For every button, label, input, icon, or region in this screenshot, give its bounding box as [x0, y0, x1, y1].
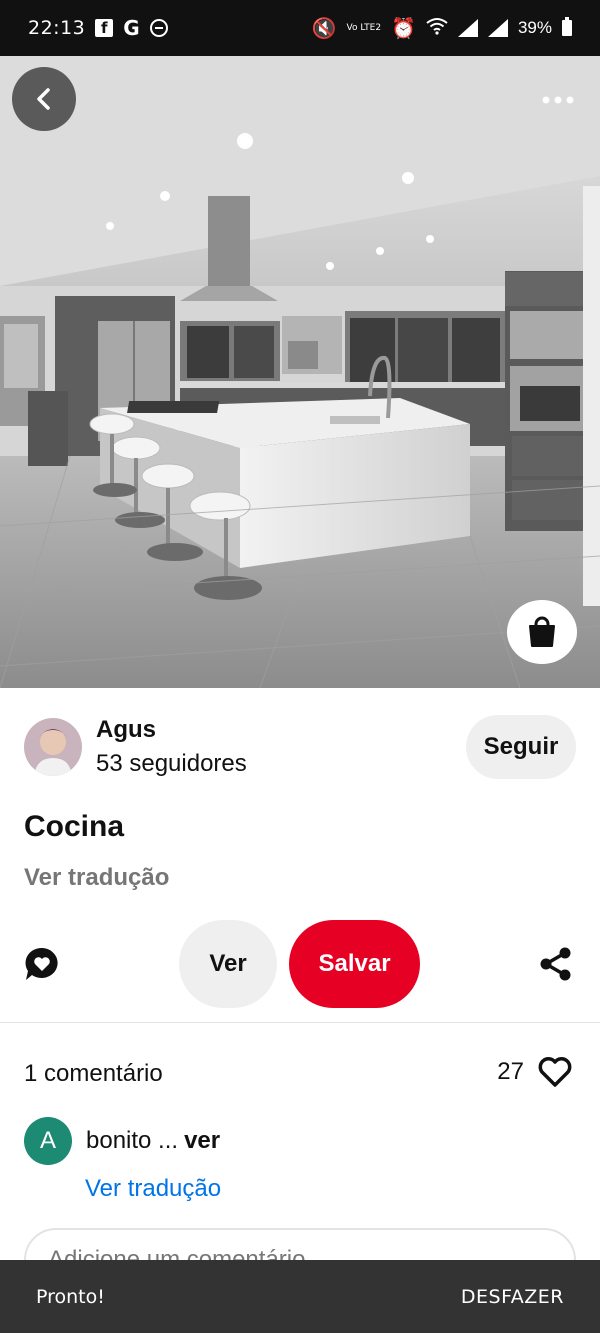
comment-text: bonito ...: [86, 1127, 179, 1154]
action-bar: Ver Salvar: [0, 920, 600, 1008]
status-time: 22:13: [28, 17, 86, 39]
facebook-icon: f: [95, 19, 114, 37]
wifi-icon: [426, 16, 448, 40]
google-icon: G: [123, 16, 140, 40]
signal-icon-2: [487, 19, 508, 37]
alarm-icon: ⏰: [391, 16, 416, 40]
divider: [0, 1022, 600, 1023]
comment-see-more[interactable]: ver: [184, 1127, 220, 1154]
snackbar-message: Pronto!: [36, 1285, 105, 1308]
share-icon[interactable]: [538, 946, 574, 982]
chevron-left-icon: [37, 88, 50, 110]
view-button[interactable]: Ver: [179, 920, 277, 1008]
avatar[interactable]: [24, 718, 82, 776]
shopping-bag-icon: [529, 616, 555, 647]
save-button[interactable]: Salvar: [289, 920, 420, 1008]
likes: 27: [497, 1056, 572, 1088]
pin-image[interactable]: [0, 56, 600, 688]
more-options-button[interactable]: [538, 86, 578, 114]
more-horizontal-icon: [542, 96, 574, 104]
battery-percent: 39%: [517, 18, 552, 37]
author-name[interactable]: Agus: [96, 716, 466, 744]
snackbar: Pronto! DESFAZER: [0, 1260, 600, 1333]
do-not-disturb-icon: [149, 19, 168, 37]
comments-count[interactable]: 1 comentário: [24, 1060, 163, 1088]
comment-item: A bonito ... ver: [24, 1117, 220, 1165]
likes-count: 27: [497, 1058, 524, 1085]
mute-icon: 🔇: [311, 16, 337, 40]
follower-count: 53 seguidores: [96, 750, 247, 777]
network-label: Vo LTE2: [346, 22, 382, 33]
signal-icon: [457, 19, 478, 37]
shop-button[interactable]: [507, 600, 577, 664]
comment-bubble-icon[interactable]: [24, 946, 60, 982]
pin-title: Cocina: [24, 810, 125, 843]
comment-translate-link[interactable]: Ver tradução: [85, 1175, 221, 1203]
kitchen-photo: [0, 56, 600, 688]
author-section: Agus 53 seguidores Seguir: [24, 712, 576, 782]
translate-link[interactable]: Ver tradução: [24, 864, 169, 892]
undo-button[interactable]: DESFAZER: [461, 1286, 564, 1308]
status-bar: 22:13 f G 🔇 Vo LTE2 ⏰ 39%: [0, 0, 600, 56]
heart-icon[interactable]: [538, 1056, 572, 1088]
follow-button[interactable]: Seguir: [466, 715, 576, 779]
back-button[interactable]: [12, 67, 76, 131]
comment-avatar[interactable]: A: [24, 1117, 72, 1165]
battery-icon: [562, 17, 572, 36]
